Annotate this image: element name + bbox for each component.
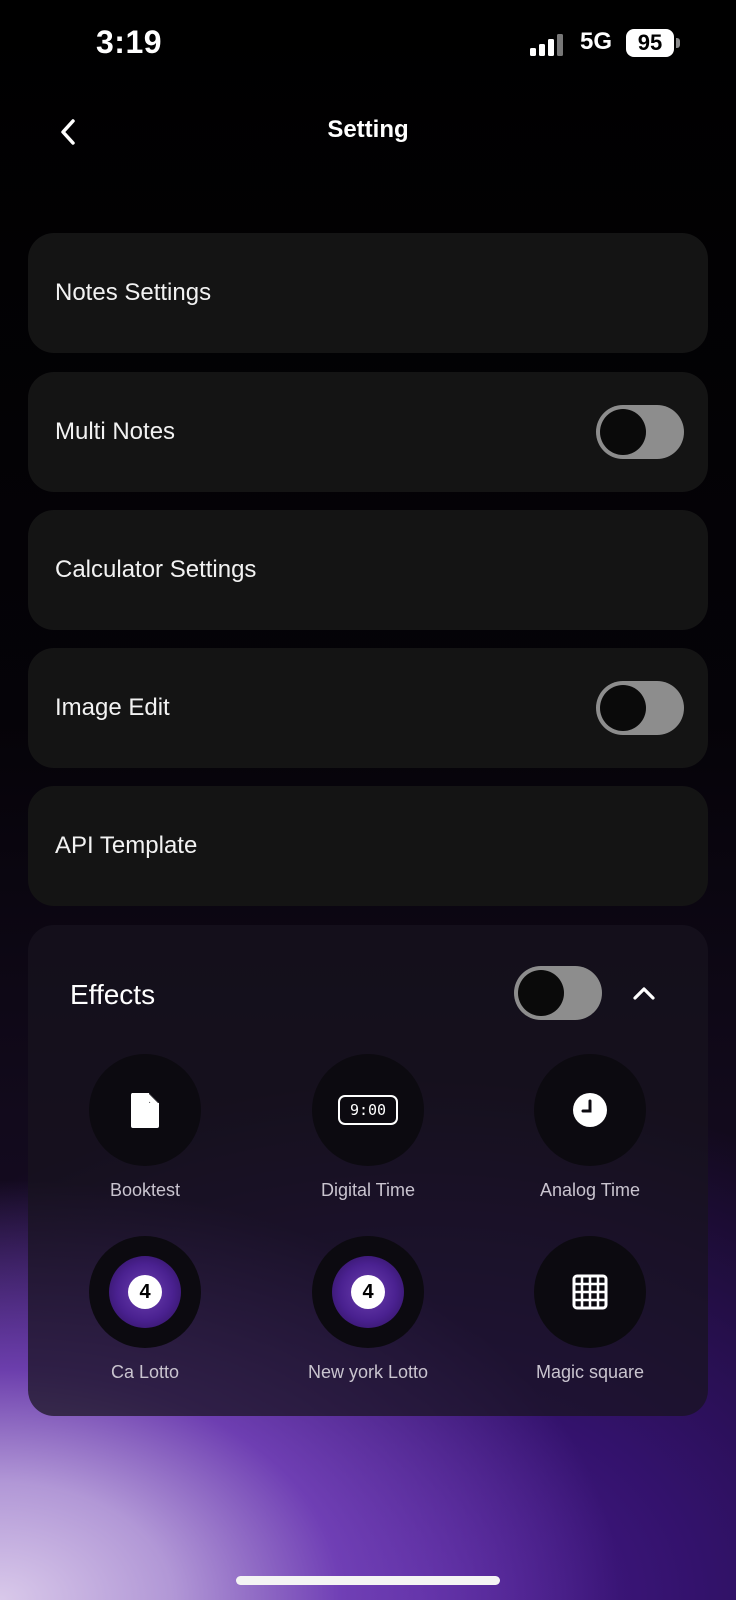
battery-icon: 95 xyxy=(626,29,674,57)
network-type: 5G xyxy=(580,28,613,55)
chevron-up-icon xyxy=(633,987,655,1000)
toggle-knob xyxy=(600,685,646,731)
effect-digital-time[interactable]: 9:00 Digital Time xyxy=(268,1054,468,1201)
effect-icon-circle: 4 xyxy=(89,1236,201,1348)
effect-label: Digital Time xyxy=(320,1180,416,1200)
effect-icon-circle: 9:00 xyxy=(312,1054,424,1166)
effect-label: Booktest xyxy=(109,1180,181,1200)
effect-icon-circle xyxy=(534,1054,646,1166)
effect-ca-lotto[interactable]: 4 Ca Lotto xyxy=(45,1236,245,1383)
row-label: Notes Settings xyxy=(55,279,212,306)
effect-booktest[interactable]: Booktest xyxy=(45,1054,245,1201)
digital-clock-text: 9:00 xyxy=(349,1101,387,1119)
row-label: API Template xyxy=(55,832,198,859)
notes-settings-row[interactable]: Notes Settings xyxy=(28,233,708,353)
collapse-button[interactable] xyxy=(624,973,664,1013)
effects-panel: Effects Booktest 9:00 Digital Time Analo… xyxy=(28,925,708,1416)
effect-label: Magic square xyxy=(535,1362,645,1382)
grid-icon xyxy=(572,1274,608,1310)
lotto-ball-icon: 4 xyxy=(109,1256,181,1328)
analog-clock-icon xyxy=(573,1093,607,1127)
toggle-knob xyxy=(600,409,646,455)
row-label: Multi Notes xyxy=(55,418,176,445)
status-time: 3:19 xyxy=(96,24,163,60)
api-template-row[interactable]: API Template xyxy=(28,786,708,906)
effect-label: New york Lotto xyxy=(307,1362,429,1382)
battery-cap xyxy=(676,38,680,48)
digital-clock-icon: 9:00 xyxy=(338,1095,398,1125)
effect-magic-square[interactable]: Magic square xyxy=(490,1236,690,1383)
header: Setting xyxy=(0,100,736,164)
status-bar: 3:19 5G 95 xyxy=(0,0,736,90)
multi-notes-row: Multi Notes xyxy=(28,372,708,492)
effect-icon-circle xyxy=(534,1236,646,1348)
image-edit-row: Image Edit xyxy=(28,648,708,768)
effect-icon-circle: 4 xyxy=(312,1236,424,1348)
effects-toggle[interactable] xyxy=(514,966,602,1020)
row-label: Image Edit xyxy=(55,694,170,721)
effect-label: Analog Time xyxy=(539,1180,641,1200)
lotto-ball-number: 4 xyxy=(128,1275,162,1309)
effect-new-york-lotto[interactable]: 4 New york Lotto xyxy=(268,1236,468,1383)
effects-title: Effects xyxy=(70,979,156,1010)
row-label: Calculator Settings xyxy=(55,556,257,583)
signal-icon xyxy=(530,34,563,56)
calculator-settings-row[interactable]: Calculator Settings xyxy=(28,510,708,630)
effect-icon-circle xyxy=(89,1054,201,1166)
document-icon xyxy=(130,1093,159,1128)
effect-analog-time[interactable]: Analog Time xyxy=(490,1054,690,1201)
effect-label: Ca Lotto xyxy=(110,1362,180,1382)
image-edit-toggle[interactable] xyxy=(596,681,684,735)
home-indicator[interactable] xyxy=(236,1576,500,1585)
lotto-ball-number: 4 xyxy=(351,1275,385,1309)
page-title: Setting xyxy=(327,116,409,143)
toggle-knob xyxy=(518,970,564,1016)
lotto-ball-icon: 4 xyxy=(332,1256,404,1328)
multi-notes-toggle[interactable] xyxy=(596,405,684,459)
